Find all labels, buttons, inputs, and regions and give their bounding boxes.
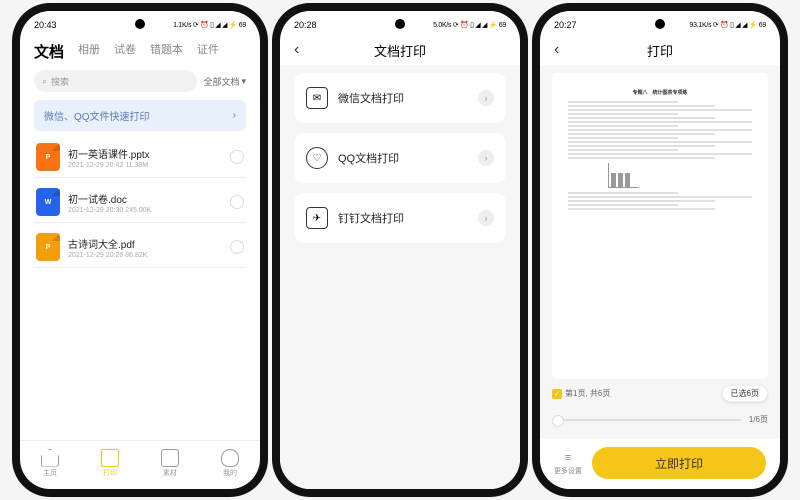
nav-print[interactable]: 打印 — [101, 449, 119, 478]
quick-print-banner[interactable]: 微信、QQ文件快速打印 › — [34, 100, 246, 131]
user-icon — [221, 449, 239, 467]
tab-docs[interactable]: 文档 — [34, 41, 64, 62]
search-icon: ⌕ — [42, 76, 47, 87]
camera-hole — [655, 19, 665, 29]
bottom-nav: 主页 打印 素材 我的 — [20, 440, 260, 489]
tab-exam[interactable]: 试卷 — [114, 41, 136, 62]
file-row[interactable]: W 初一试卷.doc 2021-12-29 20:30 245.00K — [34, 182, 246, 223]
category-tabs: 文档 相册 试卷 错题本 证件 — [20, 35, 260, 66]
phone-2: 20:28 5.0K/s ⟳ ⏰ ▯ ◢ ◢ ⚡ 69 ‹ 文档打印 ✉ 微信文… — [280, 11, 520, 489]
file-icon-doc: W — [36, 188, 60, 216]
footer: ≡ 更多设置 立即打印 — [540, 439, 780, 489]
screen-content: ‹ 文档打印 ✉ 微信文档打印 › ♡ QQ文档打印 › ✈ 钉钉文档打印 › — [280, 35, 520, 489]
camera-hole — [395, 19, 405, 29]
print-icon — [101, 449, 119, 467]
file-name: 古诗词大全.pdf — [68, 236, 222, 251]
home-icon — [41, 449, 59, 467]
more-settings-button[interactable]: ≡ 更多设置 — [554, 451, 582, 476]
chart-thumbnail — [608, 163, 639, 188]
file-name: 初一英语课件.pptx — [68, 146, 222, 161]
chevron-right-icon: › — [478, 150, 494, 166]
option-qq[interactable]: ♡ QQ文档打印 › — [294, 133, 506, 183]
file-icon-pptx: P — [36, 143, 60, 171]
search-row: ⌕ 搜索 全部文档 ▾ — [20, 66, 260, 98]
phone-1: 20:43 1.1K/s ⟳ ⏰ ▯ ◢ ◢ ⚡ 69 文档 相册 试卷 错题本… — [20, 11, 260, 489]
status-time: 20:28 — [294, 20, 317, 30]
chevron-down-icon: ▾ — [241, 76, 246, 87]
file-name: 初一试卷.doc — [68, 191, 222, 206]
phone-3: 20:27 93.1K/s ⟳ ⏰ ▯ ◢ ◢ ⚡ 69 ‹ 打印 专题八 统计… — [540, 11, 780, 489]
header: ‹ 文档打印 — [280, 35, 520, 65]
file-row[interactable]: P 初一英语课件.pptx 2021-12-29 20:42 11.38M — [34, 137, 246, 178]
back-button[interactable]: ‹ — [294, 41, 299, 59]
page-slider-row: 1/6页 — [552, 414, 768, 425]
status-time: 20:27 — [554, 20, 577, 30]
screen-content: 文档 相册 试卷 错题本 证件 ⌕ 搜索 全部文档 ▾ 微信、QQ文件快速打印 … — [20, 35, 260, 489]
file-meta: 2021-12-29 20:26 86.82K — [68, 252, 222, 259]
search-input[interactable]: ⌕ 搜索 — [34, 70, 197, 92]
back-button[interactable]: ‹ — [554, 41, 559, 59]
dingtalk-icon: ✈ — [306, 207, 328, 229]
file-select-radio[interactable] — [230, 195, 244, 209]
nav-profile[interactable]: 我的 — [221, 449, 239, 478]
tab-id[interactable]: 证件 — [197, 41, 219, 62]
page-slider[interactable] — [552, 419, 741, 421]
chevron-right-icon: › — [233, 110, 236, 121]
page-info-row: ✓ 第1页, 共6页 已选6页 — [552, 385, 768, 402]
file-row[interactable]: P 古诗词大全.pdf 2021-12-29 20:26 86.82K — [34, 227, 246, 268]
checkbox-icon: ✓ — [552, 389, 562, 399]
print-now-button[interactable]: 立即打印 — [592, 447, 766, 479]
screen-content: ‹ 打印 专题八 统计图表专项练 ✓ 第1页, 共6页 — [540, 35, 780, 489]
doc-title: 专题八 统计图表专项练 — [568, 89, 752, 97]
file-meta: 2021-12-29 20:30 245.00K — [68, 207, 222, 214]
preview-area: 专题八 统计图表专项练 ✓ 第1页, 共6页 已选6页 — [540, 65, 780, 439]
file-select-radio[interactable] — [230, 240, 244, 254]
status-time: 20:43 — [34, 20, 57, 30]
page-checkbox[interactable]: ✓ 第1页, 共6页 — [552, 388, 610, 399]
nav-home[interactable]: 主页 — [41, 449, 59, 478]
filter-dropdown[interactable]: 全部文档 ▾ — [203, 75, 246, 88]
file-info: 古诗词大全.pdf 2021-12-29 20:26 86.82K — [68, 236, 222, 259]
document-preview[interactable]: 专题八 统计图表专项练 — [552, 73, 768, 379]
material-icon — [161, 449, 179, 467]
header: ‹ 打印 — [540, 35, 780, 65]
options-list: ✉ 微信文档打印 › ♡ QQ文档打印 › ✈ 钉钉文档打印 › — [280, 65, 520, 489]
menu-icon: ≡ — [561, 451, 575, 465]
chevron-right-icon: › — [478, 90, 494, 106]
nav-material[interactable]: 素材 — [161, 449, 179, 478]
file-meta: 2021-12-29 20:42 11.38M — [68, 162, 222, 169]
qq-icon: ♡ — [306, 147, 328, 169]
tab-album[interactable]: 相册 — [78, 41, 100, 62]
status-icons: 1.1K/s ⟳ ⏰ ▯ ◢ ◢ ⚡ 69 — [173, 21, 246, 29]
selected-badge[interactable]: 已选6页 — [722, 385, 768, 402]
file-info: 初一试卷.doc 2021-12-29 20:30 245.00K — [68, 191, 222, 214]
status-icons: 93.1K/s ⟳ ⏰ ▯ ◢ ◢ ⚡ 69 — [690, 21, 766, 29]
page-title: 文档打印 — [374, 41, 426, 60]
status-icons: 5.0K/s ⟳ ⏰ ▯ ◢ ◢ ⚡ 69 — [433, 21, 506, 29]
option-dingtalk[interactable]: ✈ 钉钉文档打印 › — [294, 193, 506, 243]
option-wechat[interactable]: ✉ 微信文档打印 › — [294, 73, 506, 123]
wechat-icon: ✉ — [306, 87, 328, 109]
tab-mistakes[interactable]: 错题本 — [150, 41, 183, 62]
search-placeholder: 搜索 — [51, 75, 69, 88]
file-info: 初一英语课件.pptx 2021-12-29 20:42 11.38M — [68, 146, 222, 169]
file-icon-pdf: P — [36, 233, 60, 261]
file-select-radio[interactable] — [230, 150, 244, 164]
chevron-right-icon: › — [478, 210, 494, 226]
page-title: 打印 — [647, 41, 673, 60]
slider-label: 1/6页 — [749, 414, 768, 425]
camera-hole — [135, 19, 145, 29]
